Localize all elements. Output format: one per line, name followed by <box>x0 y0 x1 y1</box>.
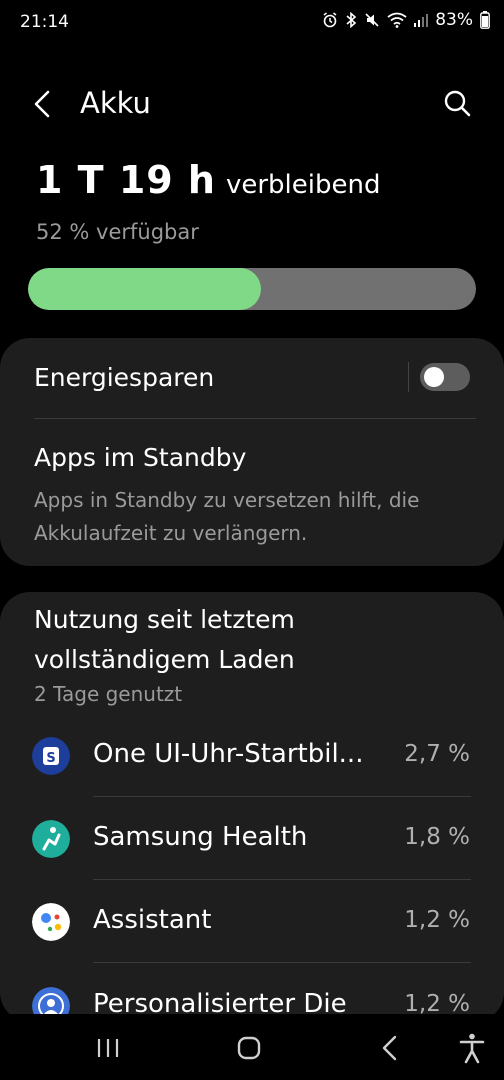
samsung-health-icon <box>32 820 70 858</box>
back-button[interactable] <box>26 84 62 124</box>
app-percent: 2,7 % <box>404 741 470 767</box>
home-button[interactable] <box>229 1032 269 1064</box>
app-percent: 1,2 % <box>404 907 470 933</box>
usage-title: Nutzung seit letztem vollständigem Laden <box>34 605 295 674</box>
navigation-bar <box>0 1014 504 1080</box>
page-title: Akku <box>80 86 151 120</box>
status-icons: 83% <box>322 10 490 30</box>
alarm-icon <box>323 12 337 28</box>
battery-level-fill <box>28 268 261 310</box>
app-name: Assistant <box>93 905 212 935</box>
app-row-one-ui-watch[interactable]: S One UI-Uhr-Startbil... 2,7 % <box>0 716 504 799</box>
battery-available: 52 % verfügbar <box>36 220 199 244</box>
battery-icon <box>480 11 490 29</box>
back-nav-button[interactable] <box>370 1032 410 1064</box>
signal-icon <box>414 14 429 27</box>
app-row-samsung-health[interactable]: Samsung Health 1,8 % <box>0 799 504 882</box>
assistant-icon <box>32 903 70 941</box>
toggle-divider <box>408 362 409 392</box>
wifi-icon <box>387 12 407 28</box>
home-icon <box>237 1036 261 1060</box>
divider <box>93 796 471 797</box>
apps-standby-title[interactable]: Apps im Standby <box>34 443 246 472</box>
one-ui-watch-icon: S <box>32 737 70 775</box>
app-name: One UI-Uhr-Startbil... <box>93 739 364 769</box>
battery-level-bar <box>28 268 476 310</box>
status-bar: 21:14 83% <box>0 0 504 44</box>
recents-icon <box>97 1039 119 1057</box>
divider <box>93 879 471 880</box>
remaining-label: verbleibend <box>225 170 381 200</box>
battery-percent: 83% <box>435 10 473 30</box>
svg-text:S: S <box>46 751 55 766</box>
back-icon <box>382 1035 397 1061</box>
accessibility-button[interactable] <box>452 1032 492 1064</box>
recents-button[interactable] <box>88 1032 128 1064</box>
toggle-knob <box>424 367 444 387</box>
apps-standby-description: Apps in Standby zu versetzen hilft, die … <box>34 488 420 545</box>
remaining-time: 1 T 19 h <box>36 158 216 202</box>
bluetooth-icon <box>346 12 357 28</box>
search-button[interactable] <box>438 84 478 124</box>
chevron-left-icon <box>34 90 50 118</box>
app-bar: Akku <box>0 72 504 136</box>
divider <box>34 418 476 419</box>
usage-subtitle: 2 Tage genutzt <box>34 682 183 706</box>
app-row-assistant[interactable]: Assistant 1,2 % <box>0 882 504 965</box>
app-percent: 1,8 % <box>404 824 470 850</box>
mute-icon <box>365 13 379 27</box>
power-saving-toggle[interactable] <box>420 363 470 391</box>
accessibility-icon <box>459 1033 485 1064</box>
app-name: Samsung Health <box>93 822 308 852</box>
battery-remaining: 1 T 19 h verbleibend <box>36 158 381 202</box>
status-time: 21:14 <box>20 12 69 32</box>
search-icon <box>444 90 471 117</box>
divider <box>93 962 471 963</box>
power-saving-label[interactable]: Energiesparen <box>34 363 214 392</box>
